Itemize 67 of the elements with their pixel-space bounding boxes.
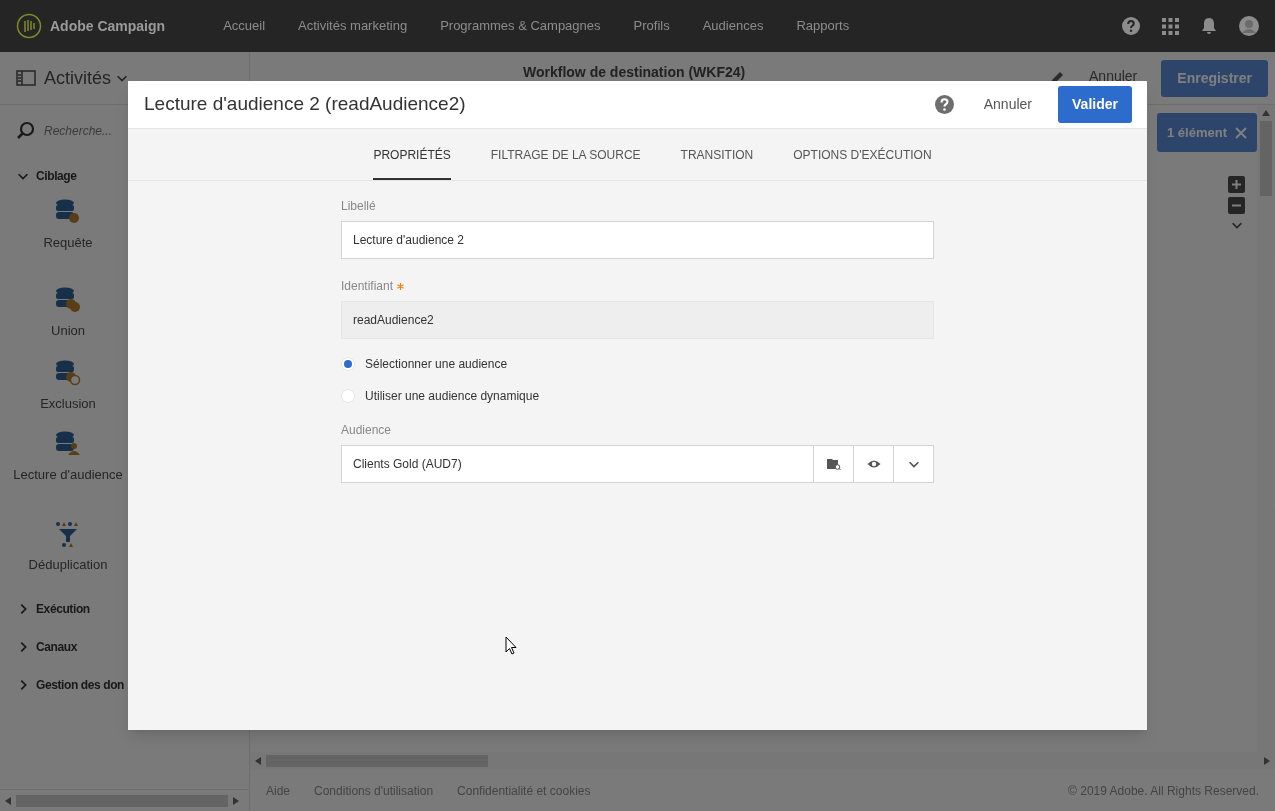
scroll-left-icon[interactable]	[4, 796, 12, 805]
radio-label: Utiliser une audience dynamique	[365, 388, 540, 405]
activity-item[interactable]: Déduplication	[0, 517, 136, 590]
logo-icon	[16, 13, 42, 39]
activity-item[interactable]: Exclusion	[0, 356, 136, 429]
activity-label: Exclusion	[40, 395, 96, 413]
selection-button[interactable]: 1 élément	[1157, 113, 1257, 152]
avatar-icon[interactable]	[1239, 16, 1259, 36]
save-button[interactable]: Enregistrer	[1161, 59, 1268, 97]
audience-value: Clients Gold (AUD7)	[352, 456, 463, 473]
activity-label: Déduplication	[28, 556, 108, 574]
help-icon[interactable]	[1122, 17, 1140, 35]
activity-label: Union	[51, 322, 85, 340]
folder-search-icon	[826, 457, 841, 471]
nav-link[interactable]: Rapports	[796, 16, 850, 36]
database-icon	[55, 199, 81, 225]
section-header[interactable]: Canaux	[0, 628, 77, 666]
bell-icon[interactable]	[1201, 17, 1217, 35]
confirm-button[interactable]: Valider	[1058, 86, 1132, 123]
scroll-left-icon[interactable]	[254, 757, 262, 765]
nav-link[interactable]: Accueil	[223, 16, 266, 36]
activity-item[interactable]: Lecture d'audience	[0, 429, 136, 517]
cancel-button[interactable]: Annuler	[1081, 67, 1146, 84]
panel-icon[interactable]	[16, 70, 36, 86]
radio-button[interactable]	[341, 357, 355, 371]
section-header[interactable]: Gestion des don	[0, 666, 124, 704]
funnel-icon	[55, 521, 81, 547]
zoom-out-icon[interactable]	[1228, 197, 1245, 214]
database-icon	[55, 287, 81, 313]
dialog-title: Lecture d'audience 2 (readAudience2)	[144, 92, 466, 117]
eye-icon	[866, 459, 881, 469]
zoom-in-icon[interactable]	[1228, 176, 1245, 193]
field-label: Audience	[341, 422, 393, 439]
field-label: Identifiant	[341, 278, 394, 295]
apps-grid-icon[interactable]	[1162, 17, 1179, 35]
workflow-title[interactable]: Workflow de destination (WKF24)	[523, 62, 746, 83]
scroll-right-icon[interactable]	[1263, 757, 1271, 765]
dialog-tab[interactable]: PROPRIÉTÉS	[373, 129, 451, 180]
activity-label: Requête	[43, 234, 93, 252]
section-header[interactable]: Ciblage	[0, 157, 77, 195]
radio-label: Sélectionner une audience	[365, 356, 508, 373]
section-header[interactable]: Exécution	[0, 590, 90, 628]
activity-item[interactable]: Union	[0, 283, 136, 356]
scroll-up-icon[interactable]	[1262, 109, 1270, 117]
dialog-tab[interactable]: FILTRAGE DE LA SOURCE	[490, 129, 641, 180]
database-icon	[55, 360, 81, 386]
field-label: Libellé	[341, 198, 376, 215]
close-icon	[1235, 126, 1247, 139]
activity-item[interactable]: Requête	[0, 195, 136, 283]
nav-link[interactable]: Programmes & Campagnes	[440, 16, 601, 36]
radio-button[interactable]	[341, 389, 355, 403]
search-icon	[16, 121, 36, 141]
cancel-button[interactable]: Annuler	[975, 94, 1040, 115]
text-field[interactable]: Lecture d'audience 2	[341, 221, 934, 259]
dialog-tab[interactable]: TRANSITION	[680, 129, 754, 180]
mouse-cursor-icon	[505, 636, 517, 655]
scroll-right-icon[interactable]	[232, 796, 240, 805]
required-asterisk-icon	[397, 282, 405, 290]
nav-link[interactable]: Profils	[633, 16, 670, 36]
brand-name: Adobe Campaign	[50, 16, 166, 36]
nav-link[interactable]: Activités marketing	[298, 16, 408, 36]
dialog-tab[interactable]: OPTIONS D'EXÉCUTION	[793, 129, 932, 180]
audience-picker[interactable]: Clients Gold (AUD7)	[341, 445, 934, 483]
nav-link[interactable]: Audiences	[702, 16, 764, 36]
activity-label: Lecture d'audience	[13, 466, 123, 484]
database-icon	[55, 431, 81, 457]
help-icon[interactable]	[934, 95, 954, 114]
